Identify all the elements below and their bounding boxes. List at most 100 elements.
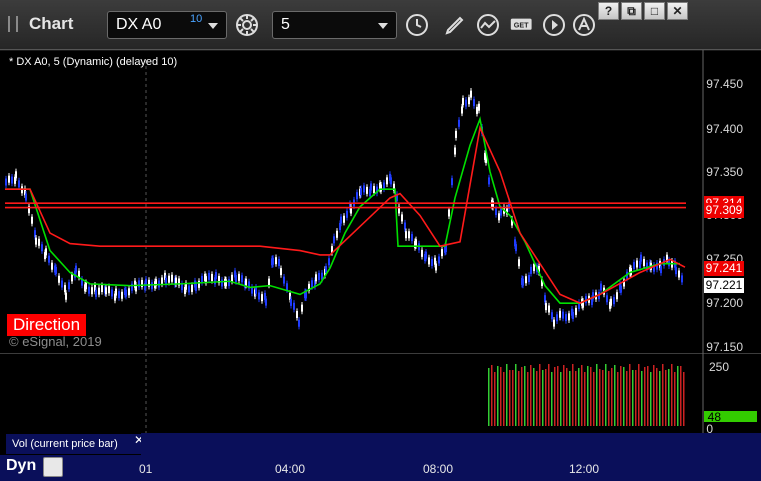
candle-body — [468, 97, 470, 105]
interval-selector[interactable]: 5 — [272, 11, 397, 39]
volume-bar — [542, 370, 544, 426]
volume-bar — [530, 365, 532, 426]
symbol-value: DX A0 — [116, 16, 162, 33]
candle-body — [45, 248, 47, 256]
volume-bar — [509, 370, 511, 426]
candle-body — [515, 244, 517, 252]
studies-button[interactable] — [474, 12, 502, 38]
volume-bar — [644, 367, 646, 426]
volume-bar — [527, 372, 529, 426]
get-icon: GET — [510, 18, 532, 30]
maximize-button[interactable]: □ — [644, 2, 665, 20]
candle-body — [101, 284, 103, 292]
volume-bar — [629, 364, 631, 426]
volume-bar — [494, 372, 496, 426]
candle-body — [161, 277, 163, 285]
candle-body — [128, 288, 130, 296]
candle-body — [31, 216, 33, 224]
volume-bar — [641, 371, 643, 426]
candle-body — [643, 258, 645, 266]
play-button[interactable] — [540, 12, 568, 38]
volume-bar — [512, 370, 514, 426]
candle-body — [408, 231, 410, 239]
volume-plot — [0, 353, 761, 433]
time-button[interactable] — [403, 12, 431, 38]
candle-body — [293, 302, 295, 310]
alert-a-icon — [573, 14, 595, 36]
candle-body — [462, 98, 464, 106]
candle-body — [636, 260, 638, 268]
candle-body — [11, 176, 13, 184]
candle-body — [171, 274, 173, 282]
candle-body — [85, 282, 87, 290]
candle-body — [151, 282, 153, 290]
drag-grip-icon[interactable] — [8, 16, 18, 32]
candle-body — [75, 265, 77, 273]
price-chart[interactable]: * DX A0, 5 (Dynamic) (delayed 10) Direct… — [0, 50, 761, 354]
volume-tick: 250 — [708, 360, 729, 374]
price-plot — [0, 50, 761, 353]
volume-bar — [572, 364, 574, 426]
volume-bar — [551, 372, 553, 426]
get-data-button[interactable]: GET — [507, 12, 537, 38]
restore-button[interactable]: ⧉ — [621, 2, 642, 20]
candle-body — [556, 314, 558, 322]
delay-badge: 10 — [190, 13, 203, 25]
mid-red-price-tag: 97.241 — [704, 261, 744, 276]
candle-body — [195, 283, 197, 291]
volume-bar — [662, 364, 664, 426]
candle-body — [283, 276, 285, 284]
upper-red2-price-tag: 97.309 — [704, 203, 744, 218]
fast-moving-average — [5, 116, 680, 304]
candle-body — [610, 298, 612, 306]
volume-bar — [578, 368, 580, 426]
volume-bar — [554, 367, 556, 426]
volume-bar — [587, 366, 589, 426]
candle-body — [465, 99, 467, 107]
volume-bar — [581, 365, 583, 426]
candle-body — [121, 291, 123, 299]
volume-bar — [677, 366, 679, 426]
candle-body — [125, 289, 127, 297]
candle-body — [660, 266, 662, 274]
volume-bar — [623, 367, 625, 426]
draw-button[interactable] — [441, 12, 469, 38]
volume-bar — [668, 369, 670, 426]
symbol-selector[interactable]: DX A0 10 — [107, 11, 227, 39]
candle-body — [138, 280, 140, 288]
price-tick: 97.350 — [706, 165, 743, 179]
lock-icon[interactable] — [43, 457, 63, 477]
chevron-down-icon — [378, 23, 388, 29]
alerts-button[interactable] — [570, 12, 598, 38]
candle-body — [88, 286, 90, 294]
candle-body — [15, 171, 17, 179]
candle-body — [108, 286, 110, 294]
help-button[interactable]: ? — [598, 2, 619, 20]
volume-chart[interactable]: 250 0 48 — [0, 353, 761, 436]
dynamic-mode-label[interactable]: Dyn — [6, 457, 36, 475]
candle-body — [95, 289, 97, 297]
volume-bar — [536, 371, 538, 426]
volume-bar — [575, 371, 577, 426]
candle-body — [360, 188, 362, 196]
candle-body — [340, 216, 342, 224]
candle-body — [261, 294, 263, 302]
settings-button[interactable] — [233, 12, 261, 38]
candle-body — [675, 267, 677, 275]
volume-bar — [638, 364, 640, 426]
candle-body — [678, 270, 680, 278]
candle-body — [421, 249, 423, 257]
time-label: 01 — [139, 462, 153, 476]
esignal-watermark: © eSignal, 2019 — [9, 334, 102, 349]
clock-icon — [406, 14, 428, 36]
close-button[interactable]: ✕ — [667, 2, 688, 20]
candle-body — [168, 275, 170, 283]
pencil-icon — [445, 16, 464, 35]
candle-body — [5, 178, 7, 186]
price-tick: 97.200 — [706, 296, 743, 310]
candle-body — [518, 259, 520, 267]
candle-body — [476, 106, 478, 114]
candle-body — [231, 274, 233, 282]
candle-body — [431, 258, 433, 266]
volume-panel-label: Vol (current price bar) — [6, 434, 141, 454]
